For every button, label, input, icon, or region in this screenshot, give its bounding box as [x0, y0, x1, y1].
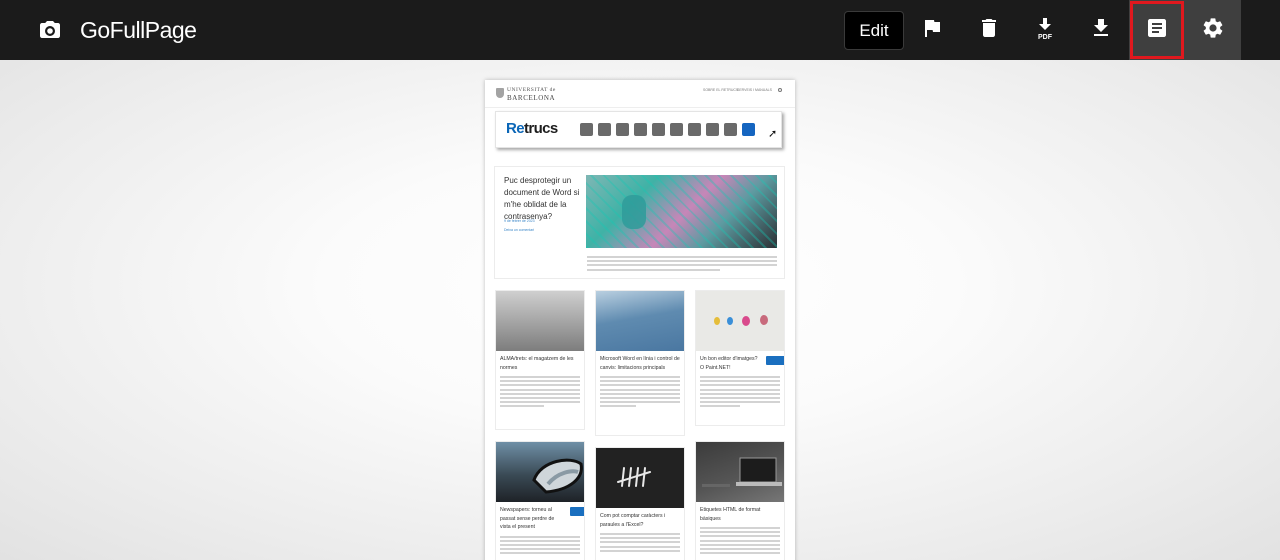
keyboard-icon [688, 123, 701, 136]
delete-button[interactable] [961, 0, 1017, 60]
globe-icon [616, 123, 629, 136]
post-card-image [696, 442, 784, 502]
document-icon [1145, 16, 1169, 45]
post-card-excerpt [696, 525, 784, 555]
banner-title-prefix: Re [506, 120, 525, 137]
flag-button[interactable] [904, 0, 960, 60]
retrucs-logo-icon [742, 123, 755, 136]
svg-text:PDF: PDF [1038, 34, 1053, 40]
translate-icon [598, 123, 611, 136]
post-card-badge [570, 507, 584, 516]
featured-post-image [586, 175, 777, 248]
post-card-image [496, 442, 584, 502]
banner-icon-row [580, 123, 755, 136]
post-card-excerpt [496, 534, 584, 555]
cursor-icon: ➚ [768, 128, 778, 140]
banner-title-suffix: trucs [523, 120, 558, 137]
nav-link-about: SOBRE EL RETRUCS [703, 88, 739, 92]
flag-icon [920, 16, 944, 45]
frame-icon [670, 123, 683, 136]
post-card-title: Microsoft Word en línia i control de can… [600, 356, 680, 371]
post-card: Etiquetes HTML de format bàsiques [695, 441, 785, 560]
download-pdf-icon: PDF [1033, 16, 1057, 45]
captured-page-preview[interactable]: UNIVERSITAT de BARCELONA SOBRE EL RETRUC… [485, 80, 795, 560]
post-card-image [596, 291, 684, 351]
banner-title: Retrucs [506, 120, 558, 137]
omega-icon [652, 123, 665, 136]
search-icon [778, 88, 782, 92]
app-title: GoFullPage [80, 17, 197, 43]
post-card: Microsoft Word en línia i control de can… [595, 290, 685, 436]
post-card-title: Com pot comptar caràcters i paraules a l… [600, 513, 666, 528]
trash-icon [977, 16, 1001, 45]
post-card: Newspapers: torneu al passat sense perdr… [495, 441, 585, 560]
post-card-excerpt [496, 374, 584, 408]
post-card-image [696, 291, 784, 351]
preview-header: UNIVERSITAT de BARCELONA SOBRE EL RETRUC… [485, 80, 795, 108]
featured-post-date: 9 de febrer de 2023 [504, 219, 535, 223]
post-card-excerpt [596, 531, 684, 552]
post-card-title: ALMA/trets: el magatzem de les normes [500, 356, 574, 371]
image-icon [580, 123, 593, 136]
post-card-excerpt [696, 374, 784, 408]
post-card-badge [766, 356, 784, 365]
document-button[interactable] [1129, 0, 1185, 60]
download-pdf-button[interactable]: PDF [1017, 0, 1073, 60]
logo-line-2: BARCELONA [507, 94, 556, 102]
featured-post-comment-link: Deixa un comentari [504, 228, 535, 232]
featured-post-title: Puc desprotegir un document de Word si m… [504, 176, 580, 221]
edit-button[interactable]: Edit [844, 11, 904, 50]
top-toolbar: GoFullPage Edit PDF [0, 0, 1280, 60]
screenshot-canvas: UNIVERSITAT de BARCELONA SOBRE EL RETRUC… [0, 60, 1280, 560]
post-card: ALMA/trets: el magatzem de les normes [495, 290, 585, 430]
download-button[interactable] [1073, 0, 1129, 60]
university-crest-icon [496, 88, 504, 98]
post-card-image [496, 291, 584, 351]
settings-button[interactable] [1185, 0, 1241, 60]
featured-post-excerpt [587, 256, 777, 273]
nav-link-services: SERVEIS I MANUALS [737, 88, 772, 92]
logo-line-1: UNIVERSITAT de [507, 87, 556, 93]
download-icon [1089, 16, 1113, 45]
post-card: Un bon editor d'imatges? O Paint.NET! [695, 290, 785, 426]
post-card-excerpt [596, 374, 684, 408]
file-icon [706, 123, 719, 136]
signature-icon [724, 123, 737, 136]
retrucs-banner: Retrucs ➚ [495, 111, 782, 148]
camera-icon[interactable] [38, 18, 62, 42]
edit-note-icon [634, 123, 647, 136]
gear-icon [1201, 16, 1225, 45]
post-card-title: Etiquetes HTML de format bàsiques [700, 507, 761, 522]
featured-post: Puc desprotegir un document de Word si m… [494, 166, 785, 279]
post-card: Com pot comptar caràcters i paraules a l… [595, 447, 685, 560]
post-card-image [596, 448, 684, 508]
